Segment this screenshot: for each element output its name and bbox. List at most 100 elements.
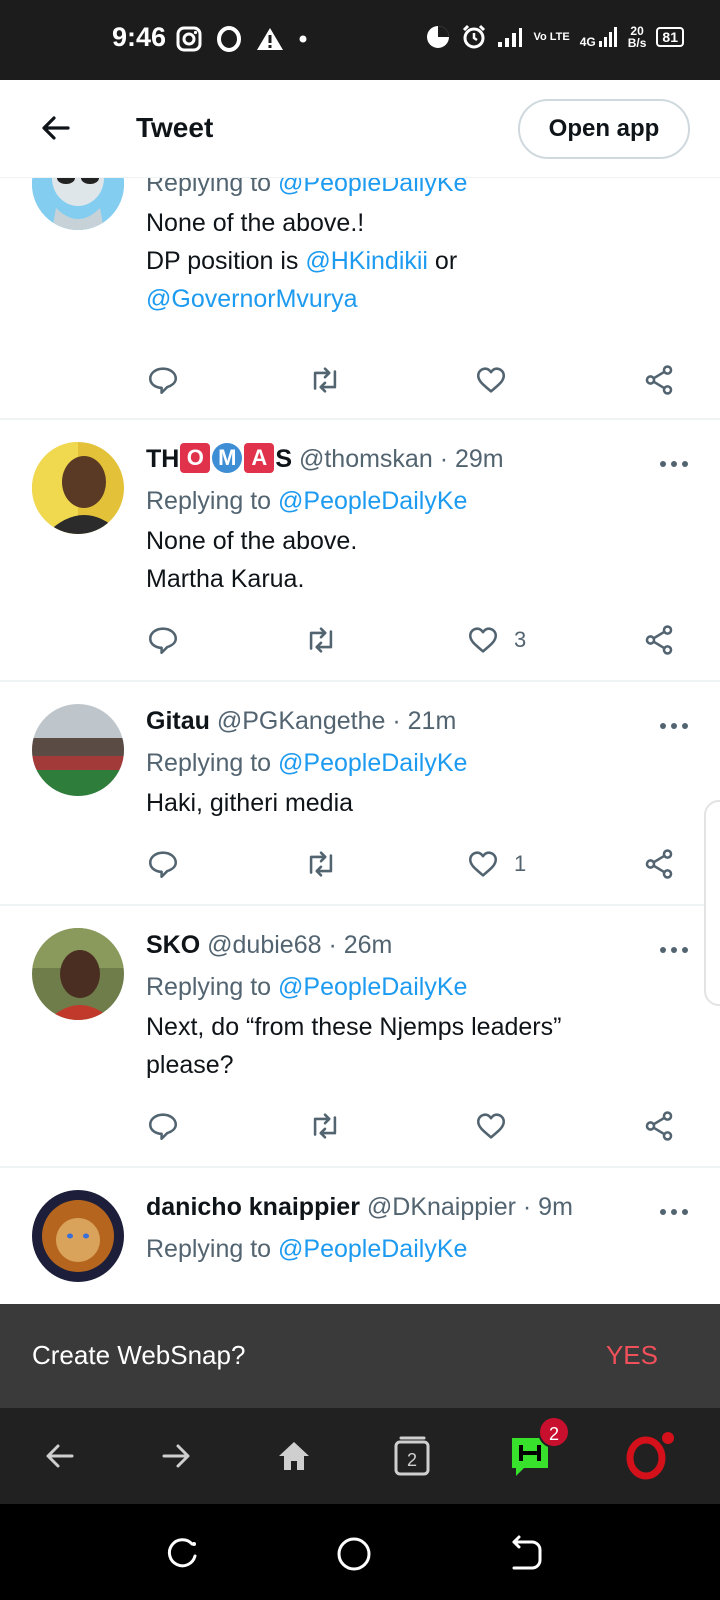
replying-to: Replying to @PeopleDailyKe: [146, 484, 690, 518]
retweet-button[interactable]: [304, 620, 338, 660]
signal-icon: [498, 28, 523, 47]
forward-arrow-icon: [162, 1444, 190, 1468]
text-segment: DP position is: [146, 247, 306, 275]
tweet-item[interactable]: TH O M A S @thomskan · 29m Replying to @Peop…: [0, 420, 720, 682]
network-speed: 20 B/s: [628, 25, 647, 49]
text-segment: or: [427, 247, 458, 275]
edge-panel-handle[interactable]: [704, 800, 720, 1006]
retweet-icon: [313, 1113, 337, 1139]
mention-link[interactable]: @GovernorMvurya: [146, 285, 358, 313]
network-gen: 4G: [580, 26, 618, 48]
avatar[interactable]: [32, 442, 124, 534]
tweet-text: None of the above.! DP position is @HKin…: [146, 204, 690, 318]
tweet-item[interactable]: Replying to @PeopleDailyKe None of the a…: [0, 178, 720, 420]
author-name[interactable]: danicho knaippier: [146, 1193, 360, 1221]
browser-home-button[interactable]: [268, 1430, 320, 1482]
tweet-item[interactable]: Gitau @PGKangethe · 21m Replying to @Peo…: [0, 682, 720, 906]
replying-to: Replying to @PeopleDailyKe: [146, 746, 690, 780]
replying-to: Replying to @PeopleDailyKe: [146, 1232, 690, 1266]
data-saver-icon: [427, 26, 450, 48]
mention-link[interactable]: @HKindikii: [305, 247, 428, 275]
net-speed-unit: B/s: [627, 36, 647, 50]
tweet-text-line: please?: [146, 1051, 234, 1079]
tweet-header: Tweet Open app: [0, 80, 720, 178]
tweet-author-line: TH O M A S @thomskan · 29m: [146, 442, 690, 476]
browser-back-button[interactable]: [34, 1430, 86, 1482]
like-button[interactable]: [474, 360, 522, 400]
browser-tabs-button[interactable]: 2: [386, 1430, 438, 1482]
like-button[interactable]: 3: [466, 620, 526, 660]
share-button[interactable]: [642, 1106, 676, 1146]
name-part: TH: [146, 445, 180, 473]
like-button[interactable]: [474, 1106, 522, 1146]
author-name[interactable]: TH O M A S: [146, 443, 292, 474]
author-handle[interactable]: @dubie68: [207, 931, 321, 959]
like-icon: [476, 1113, 506, 1139]
name-part-badge: M: [212, 443, 243, 474]
author-handle[interactable]: @thomskan: [299, 445, 433, 473]
replying-prefix: Replying to: [146, 749, 279, 777]
opera-menu-button[interactable]: [622, 1430, 674, 1482]
tweet-item[interactable]: danicho knaippier @DKnaippier · 9m Reply…: [0, 1168, 720, 1304]
retweet-button[interactable]: [308, 1106, 342, 1146]
avatar[interactable]: [32, 704, 124, 796]
mention-link[interactable]: @PeopleDailyKe: [278, 487, 467, 515]
retweet-button[interactable]: [304, 844, 338, 884]
websnap-yes-button[interactable]: YES: [606, 1340, 658, 1371]
author-handle[interactable]: @PGKangethe: [217, 707, 386, 735]
tweet-author-line: Gitau @PGKangethe · 21m: [146, 704, 690, 738]
replying-prefix: Replying to: [146, 178, 279, 197]
dot-icon: [299, 35, 307, 43]
system-nav-bar: [0, 1504, 720, 1600]
reply-feed[interactable]: Replying to @PeopleDailyKe None of the a…: [0, 178, 720, 1304]
mention-link[interactable]: @PeopleDailyKe: [278, 973, 467, 1001]
like-icon: [476, 367, 506, 393]
open-app-button[interactable]: Open app: [518, 99, 690, 159]
tweet-item[interactable]: SKO @dubie68 · 26m Replying to @PeopleDa…: [0, 906, 720, 1168]
like-button[interactable]: 1: [466, 844, 526, 884]
share-button[interactable]: [642, 844, 676, 884]
hype-chat-button[interactable]: 2: [504, 1416, 570, 1482]
reply-button[interactable]: [146, 1106, 180, 1146]
gen-label: 4G: [579, 35, 596, 49]
status-left-icons: [176, 26, 308, 52]
share-icon: [645, 849, 673, 879]
avatar-photo: [32, 928, 124, 1020]
battery-indicator: 81: [656, 27, 684, 47]
avatar[interactable]: [32, 1190, 124, 1282]
recent-apps-button[interactable]: [162, 1534, 202, 1574]
home-circle-icon: [337, 1537, 371, 1571]
avatar[interactable]: [32, 928, 124, 1020]
tweet-text: Next, do “from these Njemps leaders” ple…: [146, 1008, 690, 1084]
back-button[interactable]: [38, 110, 74, 146]
tabs-count: 2: [406, 1449, 417, 1470]
avatar-alien-image: [32, 178, 124, 230]
system-back-button[interactable]: [506, 1534, 546, 1574]
tweet-text-line: Next, do “from these Njemps leaders”: [146, 1013, 562, 1041]
author-name[interactable]: SKO: [146, 931, 200, 959]
share-button[interactable]: [642, 620, 676, 660]
reply-button[interactable]: [146, 844, 180, 884]
like-icon: [468, 851, 498, 877]
tweet-time: · 29m: [439, 445, 504, 473]
retweet-button[interactable]: [308, 360, 342, 400]
reply-button[interactable]: [146, 360, 180, 400]
mention-link[interactable]: @PeopleDailyKe: [278, 749, 467, 777]
share-icon: [645, 1111, 673, 1141]
share-button[interactable]: [642, 360, 676, 400]
tweet-author-line: SKO @dubie68 · 26m: [146, 928, 690, 962]
tweet-time: · 21m: [392, 707, 457, 735]
tweet-text: None of the above. Martha Karua.: [146, 522, 690, 598]
mention-link[interactable]: @PeopleDailyKe: [278, 178, 467, 197]
retweet-icon: [313, 367, 337, 393]
browser-forward-button[interactable]: [150, 1430, 202, 1482]
mention-link[interactable]: @PeopleDailyKe: [278, 1235, 467, 1263]
back-arrow-icon: [46, 1444, 74, 1468]
replying-to: Replying to @PeopleDailyKe: [146, 178, 690, 200]
avatar[interactable]: [32, 178, 124, 230]
reply-button[interactable]: [146, 620, 180, 660]
author-handle[interactable]: @DKnaippier: [367, 1193, 516, 1221]
home-button[interactable]: [334, 1534, 374, 1574]
back-arrow-icon: [42, 116, 70, 140]
author-name[interactable]: Gitau: [146, 707, 210, 735]
